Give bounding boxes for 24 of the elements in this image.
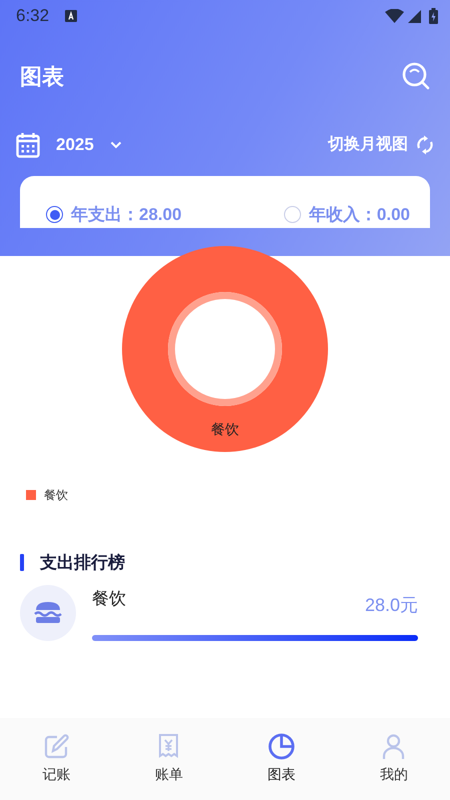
section-title: 支出排行榜 [40, 552, 125, 574]
pie-chart-icon [268, 733, 295, 760]
nav-tab[interactable]: 账单 [112, 733, 225, 785]
chevron-down-icon [110, 141, 122, 149]
keyboard-icon [65, 10, 78, 22]
slice-label: 餐饮 [211, 420, 239, 436]
burger-icon [34, 601, 62, 625]
radio-button[interactable] [46, 206, 63, 224]
year-dropdown[interactable]: 2025 [56, 132, 122, 158]
nav-tab[interactable]: 我的 [338, 733, 450, 785]
search-icon[interactable] [402, 62, 430, 90]
calendar-icon[interactable] [16, 132, 40, 158]
battery-icon [429, 8, 438, 24]
nav-tab[interactable]: 图表 [225, 733, 338, 785]
page-title: 图表 [20, 62, 64, 90]
status-time: 6:32 [16, 5, 50, 28]
legend-label: 餐饮 [44, 486, 68, 504]
nav-tab[interactable]: 记账 [0, 733, 112, 785]
category-name: 餐饮 [92, 588, 126, 610]
category-amount: 28.0元 [364, 594, 418, 616]
pencil-icon [42, 733, 70, 760]
refresh-icon [416, 135, 434, 155]
wifi-icon [385, 9, 404, 23]
signal-icon [408, 10, 421, 22]
